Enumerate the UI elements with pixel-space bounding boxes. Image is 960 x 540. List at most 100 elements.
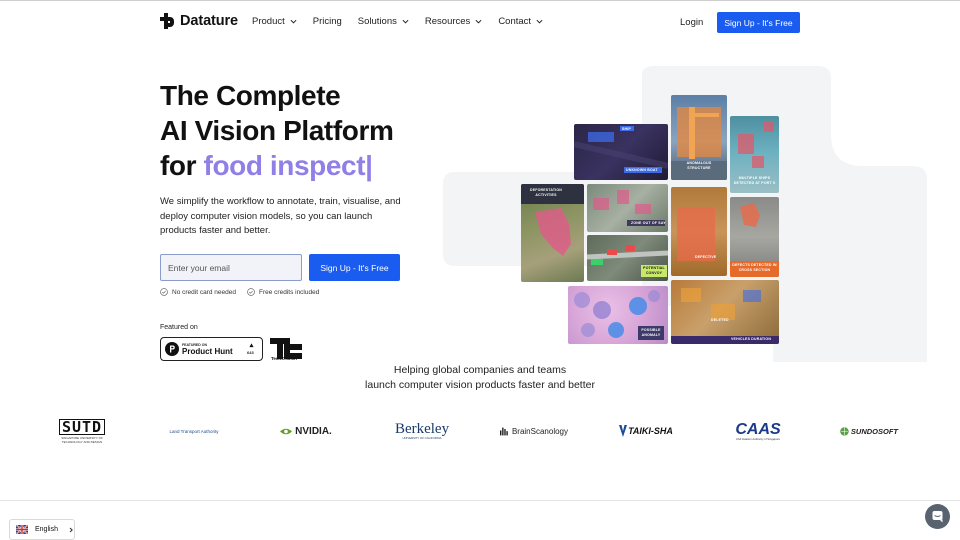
- zone-out-label: ZONE OUT OF SAY: [631, 221, 666, 225]
- language-label: English: [35, 526, 58, 533]
- datature-logo-icon: [160, 13, 174, 29]
- sundosoft-globe-icon: [840, 426, 849, 436]
- potential-convoy-label: POTENTIAL CONVOY: [643, 266, 665, 275]
- berkeley-logo-text: Berkeley: [394, 421, 450, 437]
- perk-label: Free credits included: [259, 288, 320, 296]
- caas-logo-sub: Civil Aviation Authority of Singapore: [735, 436, 781, 441]
- cross-section-tile: DEFECTS DETECTED IN CROSS SECTION: [730, 197, 779, 277]
- caas-logo-text: CAAS: [735, 420, 781, 438]
- hero-title-line1: The Complete: [160, 80, 341, 111]
- nav-contact[interactable]: Contact: [498, 16, 543, 27]
- nav-product[interactable]: Product: [252, 16, 297, 27]
- hero-title: The Complete AI Vision Platform for food…: [160, 78, 394, 183]
- section-divider: [0, 500, 960, 501]
- login-link[interactable]: Login: [680, 17, 703, 28]
- vehicles-duration-label: VEHICLES DURATION: [731, 337, 772, 341]
- product-hunt-badge[interactable]: FEATURED ON Product Hunt 643: [160, 337, 263, 361]
- check-circle-icon: [247, 288, 255, 296]
- nav-pricing[interactable]: Pricing: [313, 16, 342, 27]
- customer-logos-row: SUTD SINGAPORE UNIVERSITY OF TECHNOLOGY …: [0, 414, 960, 448]
- deforestation-label: DEFORESTATION ACTIVITIES: [529, 188, 563, 197]
- chevron-down-icon: [475, 19, 482, 24]
- datature-logo[interactable]: Datature: [160, 13, 238, 29]
- defective-tile: DEFECTIVE: [671, 187, 727, 276]
- ship-detection-tile: SHIP UNKNOWN BOAT: [574, 124, 668, 180]
- deforestation-tile-art: [521, 184, 584, 256]
- ship-label: SHIP: [622, 127, 631, 131]
- port-ships-tile: MULTIPLE SHIPS DETECTED AT PORT 5: [730, 116, 779, 193]
- chat-bubble-icon: [932, 511, 943, 523]
- featured-on-label: Featured on: [160, 324, 198, 331]
- deforestation-tile: DEFORESTATION ACTIVITIES: [521, 184, 584, 282]
- deleted-label: DELETED: [711, 318, 729, 322]
- possible-anomaly-label: POSSIBLE ANOMALY: [641, 328, 661, 337]
- sutd-logo-text: SUTD: [58, 418, 106, 435]
- caas-logo: CAAS Civil Aviation Authority of Singapo…: [732, 414, 784, 448]
- crane-structure-tile: ANOMALOUS STRUCTURE: [671, 95, 727, 180]
- top-navigation-bar: Datature Product Pricing Solutions Resou…: [0, 0, 960, 42]
- customers-heading-line1: Helping global companies and teams: [393, 364, 567, 376]
- defects-detected-label: DEFECTS DETECTED IN CROSS SECTION: [732, 263, 777, 272]
- nvidia-logo-text: NVIDIA.: [295, 425, 332, 437]
- customers-heading-line2: launch computer vision products faster a…: [365, 379, 595, 391]
- berkeley-logo: Berkeley UNIVERSITY OF CALIFORNIA: [394, 414, 450, 448]
- chevron-down-icon: [536, 19, 543, 24]
- email-input[interactable]: [160, 254, 302, 281]
- chat-widget-button[interactable]: [925, 504, 950, 529]
- lta-logo-text: Land Transport Authority: [169, 428, 219, 434]
- zone-rooftops-tile: ZONE OUT OF SAY: [587, 184, 668, 232]
- construction-tile-art: [671, 288, 779, 344]
- computer-vision-mosaic: SHIP UNKNOWN BOAT ANOMALOUS STRUCTURE MU…: [520, 94, 780, 346]
- brainscanology-logo: BrainScanology: [500, 414, 568, 448]
- taiki-sha-logo-text: TAIKI-SHA: [628, 426, 673, 436]
- sundosoft-logo-text: SUNDOSOFT: [850, 426, 898, 436]
- nvidia-logo: NVIDIA.: [276, 414, 336, 448]
- nav-solutions[interactable]: Solutions: [358, 16, 409, 27]
- defective-tile-art: [677, 207, 715, 261]
- defective-label: DEFECTIVE: [695, 255, 717, 259]
- perk-label: No credit card needed: [172, 288, 236, 296]
- chevron-down-icon: [402, 19, 409, 24]
- product-hunt-icon: [165, 342, 179, 356]
- nav-resources[interactable]: Resources: [425, 16, 482, 27]
- sutd-logo: SUTD SINGAPORE UNIVERSITY OF TECHNOLOGY …: [54, 414, 110, 448]
- product-hunt-count: 643: [247, 350, 254, 355]
- hero-description: We simplify the workflow to annotate, tr…: [160, 196, 401, 236]
- anomalous-structure-label: ANOMALOUS STRUCTURE: [686, 161, 712, 170]
- nav-pricing-label: Pricing: [312, 16, 342, 27]
- perk-free-credits: Free credits included: [247, 288, 319, 296]
- land-transport-authority-logo: Land Transport Authority: [164, 414, 224, 448]
- nav-contact-label: Contact: [498, 16, 532, 27]
- nav-product-label: Product: [252, 16, 285, 27]
- check-circle-icon: [160, 288, 168, 296]
- language-selector[interactable]: English: [9, 519, 75, 540]
- unknown-boat-label: UNKNOWN BOAT: [626, 168, 658, 172]
- upvote-triangle-icon: [249, 343, 254, 348]
- main-nav: Product Pricing Solutions Resources Cont…: [252, 16, 543, 27]
- product-hunt-name: Product Hunt: [182, 347, 233, 356]
- brand-name: Datature: [180, 13, 239, 29]
- taiki-sha-logo: TAIKI-SHA: [618, 414, 674, 448]
- road-convoy-tile: POTENTIAL CONVOY: [587, 235, 668, 281]
- nav-solutions-label: Solutions: [357, 16, 397, 27]
- sutd-logo-sub: SINGAPORE UNIVERSITY OF TECHNOLOGY AND D…: [61, 435, 103, 444]
- header-signup-button[interactable]: Sign Up - It's Free: [717, 12, 800, 33]
- brainscanology-logo-text: BrainScanology: [511, 426, 568, 436]
- chevron-down-icon: [290, 19, 297, 24]
- nvidia-eye-icon: [280, 428, 293, 434]
- taiki-sha-mark-icon: [619, 425, 628, 437]
- hero-title-line3-prefix: for: [160, 150, 204, 181]
- chevron-right-icon: [69, 527, 73, 532]
- nav-resources-label: Resources: [424, 16, 471, 27]
- sundosoft-logo: SUNDOSOFT: [840, 414, 898, 448]
- brainscanology-bars-icon: [500, 427, 508, 435]
- berkeley-logo-sub: UNIVERSITY OF CALIFORNIA: [402, 436, 442, 440]
- perk-no-credit-card: No credit card needed: [160, 288, 236, 296]
- multiple-ships-label: MULTIPLE SHIPS DETECTED AT PORT 5: [733, 176, 776, 185]
- uk-flag-icon: [16, 525, 28, 534]
- construction-vehicles-tile: DELETED VEHICLES DURATION: [671, 280, 779, 344]
- hero-signup-button[interactable]: Sign Up - It's Free: [309, 254, 400, 281]
- techcrunch-label: TechCrunch: [271, 356, 297, 361]
- cell-anomaly-tile: POSSIBLE ANOMALY: [568, 286, 668, 344]
- hero-typed-text: food inspect|: [203, 150, 373, 181]
